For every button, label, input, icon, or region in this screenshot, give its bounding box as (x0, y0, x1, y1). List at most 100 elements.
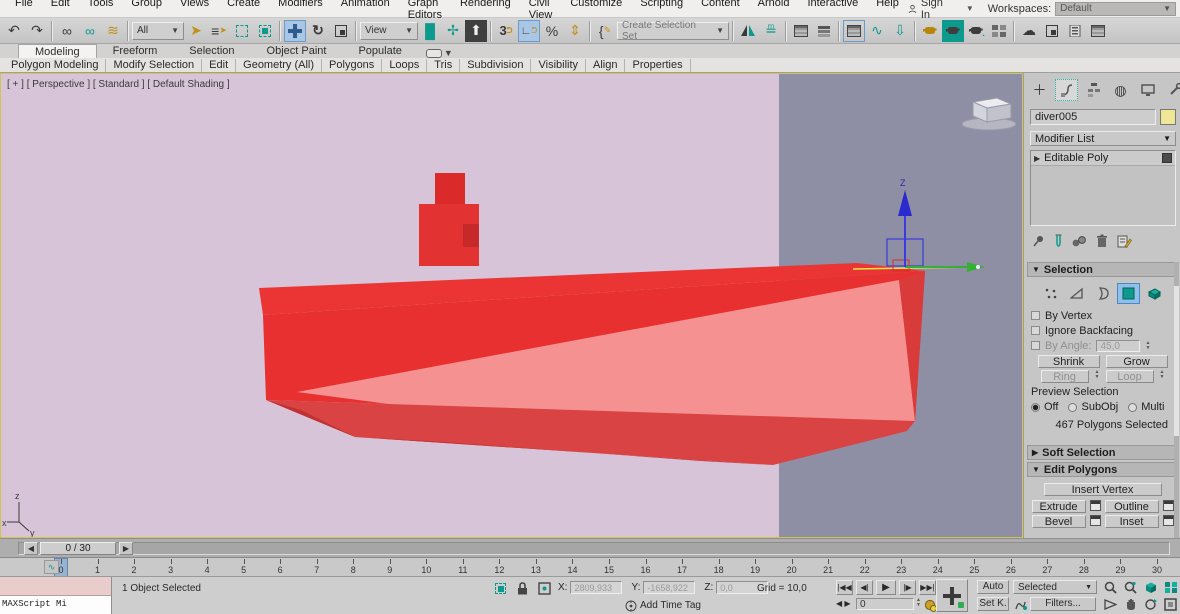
shrink-button[interactable]: Shrink (1037, 355, 1100, 368)
ribbon-section-geometry--all-[interactable]: Geometry (All) (236, 58, 323, 72)
extrude-settings-button[interactable] (1089, 500, 1101, 511)
outline-settings-button[interactable] (1162, 500, 1174, 511)
select-by-name-button[interactable]: ≡ ➤ (208, 20, 230, 42)
selection-rollout-header[interactable]: ▼ Selection (1027, 262, 1178, 277)
object-name-field[interactable]: diver005 (1030, 109, 1156, 125)
viewcube[interactable] (961, 97, 1017, 131)
element-mode-button[interactable] (1143, 283, 1166, 304)
open-autodesk-app-button[interactable] (1041, 20, 1063, 42)
vertex-mode-button[interactable] (1039, 283, 1062, 304)
preview-radio-off[interactable]: Off (1031, 401, 1058, 413)
loop-spinner[interactable]: ▲ ▼ (1160, 370, 1165, 383)
keyable-icon[interactable] (1012, 597, 1029, 613)
inset-button[interactable]: Inset (1104, 515, 1159, 528)
extrude-button[interactable]: Extrude (1031, 500, 1086, 513)
isolate-selection-toggle[interactable] (492, 580, 509, 596)
render-button[interactable] (988, 20, 1010, 42)
key-step-arrows[interactable]: ◀ ▶ (836, 599, 851, 608)
edit-polygons-header[interactable]: ▼ Edit Polygons (1027, 462, 1178, 477)
zoom-extents-icon[interactable] (1142, 579, 1159, 595)
pan-hand-icon[interactable] (1122, 596, 1139, 612)
spinner-snap-toggle[interactable]: ⇕ (564, 20, 586, 42)
set-keys-button[interactable] (936, 579, 968, 612)
ignore-backfacing-checkbox[interactable] (1031, 326, 1040, 335)
zoom-all-icon[interactable] (1122, 579, 1139, 595)
preview-radio-multi[interactable]: Multi (1128, 401, 1164, 413)
tab-modify[interactable] (1055, 79, 1078, 101)
next-frame-arrow[interactable]: ▶ (119, 542, 133, 555)
mirror-button[interactable] (737, 20, 759, 42)
bind-to-space-warp-button[interactable]: ≋ (102, 20, 124, 42)
selection-lock-toggle[interactable] (514, 580, 531, 596)
maxscript-listener-pane[interactable]: MAXScript Mi (0, 596, 111, 614)
rectangular-selection-region-button[interactable] (231, 20, 253, 42)
toggle-ribbon-button[interactable] (843, 19, 865, 42)
time-slider-handle[interactable]: 0 / 30 (40, 542, 116, 555)
ribbon-tab-object-paint[interactable]: Object Paint (251, 44, 343, 58)
percent-snap-toggle[interactable]: % (541, 20, 563, 42)
go-to-end-button[interactable]: ▶▶| (919, 580, 936, 595)
edit-named-selection-sets-button[interactable]: {✎ (594, 20, 616, 42)
modifier-list-dropdown[interactable]: Modifier List ▼ (1030, 131, 1176, 146)
snap-toggle-3d-button[interactable]: 3ᕤ (495, 20, 517, 42)
ring-spinner[interactable]: ▲ ▼ (1095, 370, 1100, 383)
ribbon-section-modify-selection[interactable]: Modify Selection (106, 58, 203, 72)
render-presets-button[interactable] (1064, 20, 1086, 42)
preview-radio-subobj[interactable]: SubObj (1068, 401, 1118, 413)
configure-modifier-sets-icon[interactable] (1117, 234, 1132, 248)
expand-icon[interactable]: ▶ (1034, 154, 1040, 163)
by-angle-row[interactable]: By Angle: 45,0 ▲ ▼ (1031, 338, 1174, 353)
by-angle-checkbox[interactable] (1031, 341, 1040, 350)
orbit-icon[interactable] (1142, 596, 1159, 612)
pin-stack-icon[interactable] (1032, 235, 1045, 248)
zoom-icon[interactable] (1102, 579, 1119, 595)
bevel-button[interactable]: Bevel (1031, 515, 1086, 528)
selection-filter-dropdown[interactable]: All ▼ (132, 21, 184, 40)
ignore-backfacing-row[interactable]: Ignore Backfacing (1031, 323, 1174, 338)
ribbon-section-tris[interactable]: Tris (427, 58, 461, 72)
tab-display[interactable] (1136, 79, 1159, 101)
use-pivot-point-button[interactable]: ▐▌ (419, 20, 441, 42)
border-mode-button[interactable] (1091, 283, 1114, 304)
select-and-rotate-button[interactable]: ↻ (307, 20, 329, 42)
ribbon-tab-freeform[interactable]: Freeform (97, 44, 174, 58)
show-end-result-icon[interactable] (1054, 234, 1063, 248)
loop-button[interactable]: Loop (1105, 370, 1154, 383)
key-filters-dropdown[interactable]: Selected ▼ (1013, 580, 1097, 594)
object-color-swatch[interactable] (1160, 109, 1176, 125)
ribbon-section-properties[interactable]: Properties (625, 58, 691, 72)
scene-explorer-button[interactable] (790, 20, 812, 42)
material-editor-button[interactable] (919, 20, 941, 42)
keyboard-shortcut-override-button[interactable]: ⬆ (465, 19, 487, 42)
stack-lamp-icon[interactable] (1162, 153, 1172, 163)
filters-button[interactable]: Filters... (1030, 597, 1096, 611)
auto-key-button[interactable]: Auto (977, 580, 1009, 594)
set-key-button[interactable]: Set K. (977, 597, 1009, 611)
state-sets-button[interactable] (1087, 20, 1109, 42)
ribbon-tab-modeling[interactable]: Modeling (18, 44, 97, 58)
angle-snap-toggle[interactable]: ∟ ᕤ (518, 19, 540, 42)
stack-item-editable-poly[interactable]: ▶ Editable Poly (1031, 151, 1175, 166)
select-and-link-button[interactable]: ∞ (56, 20, 78, 42)
x-coordinate-field[interactable]: 2809,933 (570, 581, 623, 594)
render-in-cloud-button[interactable]: ☁ (1018, 20, 1040, 42)
absolute-offset-toggle[interactable] (536, 580, 553, 596)
time-slider-channel[interactable] (18, 542, 1170, 555)
grow-button[interactable]: Grow (1105, 355, 1168, 368)
tab-hierarchy[interactable] (1082, 79, 1105, 101)
maxscript-mini-listener[interactable]: MAXScript Mi (0, 577, 112, 614)
current-frame-field[interactable]: 0 (856, 598, 914, 610)
go-to-start-button[interactable]: |◀◀ (836, 580, 853, 595)
previous-frame-button[interactable]: ◀| (856, 580, 873, 595)
insert-vertex-button[interactable]: Insert Vertex (1043, 483, 1162, 496)
edge-mode-button[interactable] (1065, 283, 1088, 304)
ribbon-tab-populate[interactable]: Populate (342, 44, 417, 58)
window-crossing-toggle[interactable] (254, 20, 276, 42)
select-object-button[interactable]: ➤ (185, 20, 207, 42)
make-unique-icon[interactable] (1072, 235, 1087, 248)
ribbon-section-subdivision[interactable]: Subdivision (460, 58, 532, 72)
ribbon-section-loops[interactable]: Loops (382, 58, 428, 72)
rendered-frame-window-button[interactable]: ◔ (965, 20, 987, 42)
submarine-model[interactable]: Z z x y (1, 74, 1023, 538)
by-angle-spinner[interactable]: ▲ ▼ (1145, 340, 1150, 351)
